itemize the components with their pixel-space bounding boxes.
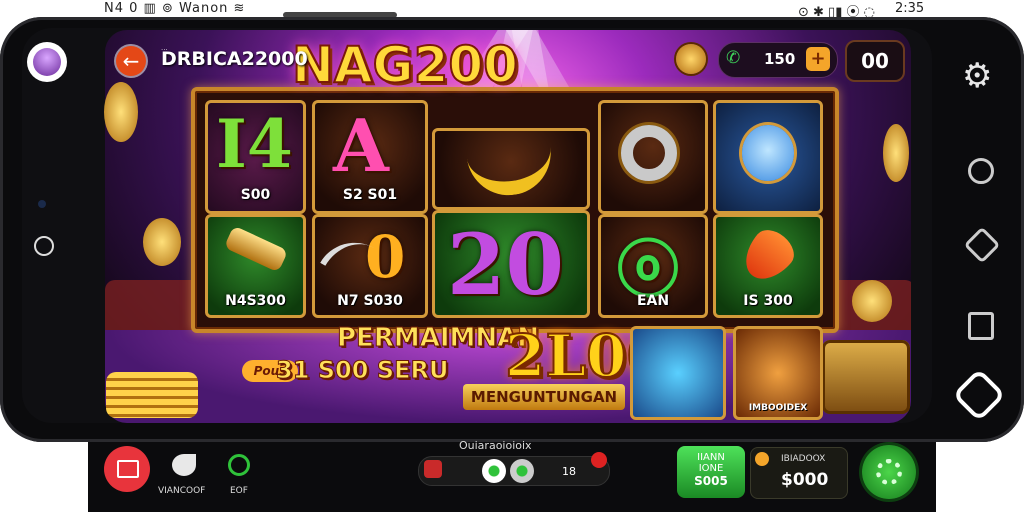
balance-value: 150 (764, 50, 796, 68)
status-left-icons: N4 0 ▥ ⊚ Wanon ≋ (104, 1, 246, 16)
screenshot-icon[interactable] (968, 312, 994, 340)
coin-decoration (883, 124, 909, 182)
reel-cell[interactable] (432, 128, 590, 210)
coin-icon[interactable] (676, 44, 706, 74)
avatar-icon (33, 48, 61, 76)
home-indicator[interactable] (34, 236, 54, 256)
win-btn-line2: IONE (698, 463, 724, 474)
bonus-rabbit-card[interactable] (630, 326, 726, 420)
reel-value: N4S300 (225, 293, 286, 309)
rabbit-mascot-icon (742, 125, 794, 181)
menu-button[interactable] (104, 446, 150, 492)
treasure-chest-icon (822, 340, 910, 414)
profile-avatar[interactable] (27, 42, 67, 82)
bonus-lion-card[interactable]: IMBOOIDEX (733, 326, 823, 420)
reel-cell[interactable]: I4 S00 (205, 100, 306, 214)
reel-value: N7 S030 (337, 293, 403, 309)
reel-cell[interactable]: 0 N7 S030 (312, 214, 428, 318)
spin-flower-icon (876, 459, 902, 485)
refresh-icon[interactable] (968, 158, 994, 184)
toggle-knob[interactable] (510, 459, 534, 483)
reel-cell[interactable]: IS 300 (713, 214, 823, 318)
bottom-label-left: VIANCOOF (158, 486, 206, 496)
bird-icon[interactable] (172, 454, 196, 476)
rocket-icon (735, 222, 801, 290)
reel-value: S2 S01 (342, 187, 398, 203)
bet-icon-left[interactable] (424, 460, 442, 478)
reel-value: EAN (636, 293, 670, 309)
win-amount-box: IBIADOOX $000 (750, 447, 848, 499)
bet-value: 18 (562, 465, 576, 478)
banner-ribbon: MENGUNTUNGAN (463, 384, 625, 410)
coin-stack (106, 372, 198, 418)
golden-scroll-icon (223, 225, 289, 273)
reel-value: S00 (240, 187, 271, 203)
gift-icon[interactable] (228, 454, 250, 476)
win-box-amount: $000 (781, 470, 829, 490)
reel-cell[interactable]: 20 (432, 210, 590, 318)
bottom-label-second: EOF (230, 486, 248, 496)
reel-value: IS 300 (743, 293, 793, 309)
add-funds-button[interactable]: + (806, 47, 830, 71)
coin-decoration (852, 280, 892, 322)
bet-icon-right[interactable] (591, 452, 607, 468)
coin-decoration (104, 82, 138, 142)
coin-icon (755, 452, 769, 466)
status-time: 2:35 (895, 1, 925, 16)
win-btn-amount: S005 (694, 474, 728, 488)
reel-symbol: I4 (216, 105, 293, 183)
score-box: 00 (845, 40, 905, 82)
phone-icon: ✆ (726, 48, 741, 68)
coin-decoration (143, 218, 181, 266)
reel-cell[interactable]: ⓞ EAN (598, 214, 708, 318)
bonus-badge-label: IMBOOIDEX (748, 403, 808, 413)
reel-symbol: A (333, 103, 389, 188)
game-code: DRBICA22000 (161, 48, 308, 70)
front-camera (38, 200, 46, 208)
back-button[interactable]: ← (116, 46, 146, 76)
settings-gear-icon[interactable]: ⚙ (962, 56, 992, 96)
toggle-knob[interactable] (482, 459, 506, 483)
golden-banana-icon (465, 139, 557, 201)
reel-symbol: 20 (447, 215, 564, 314)
tv-icon (117, 460, 139, 478)
win-button[interactable]: IIANN IONE S005 (677, 446, 745, 498)
reel-cell[interactable] (598, 100, 708, 214)
back-arrow-icon: ← (122, 49, 140, 73)
banner-subline: 31 S00 SERU (275, 356, 449, 385)
ring-icon (621, 125, 677, 181)
win-box-label: IBIADOOX (781, 454, 826, 464)
win-btn-line1: IIANN (697, 452, 725, 463)
spin-button[interactable] (862, 445, 916, 499)
reel-cell[interactable]: A S2 S01 (312, 100, 428, 214)
game-title: NAG200 (291, 35, 519, 95)
reel-cell[interactable] (713, 100, 823, 214)
bottom-caption: Ouiaraoioioix (459, 439, 532, 452)
reel-cell[interactable]: N4S300 (205, 214, 306, 318)
